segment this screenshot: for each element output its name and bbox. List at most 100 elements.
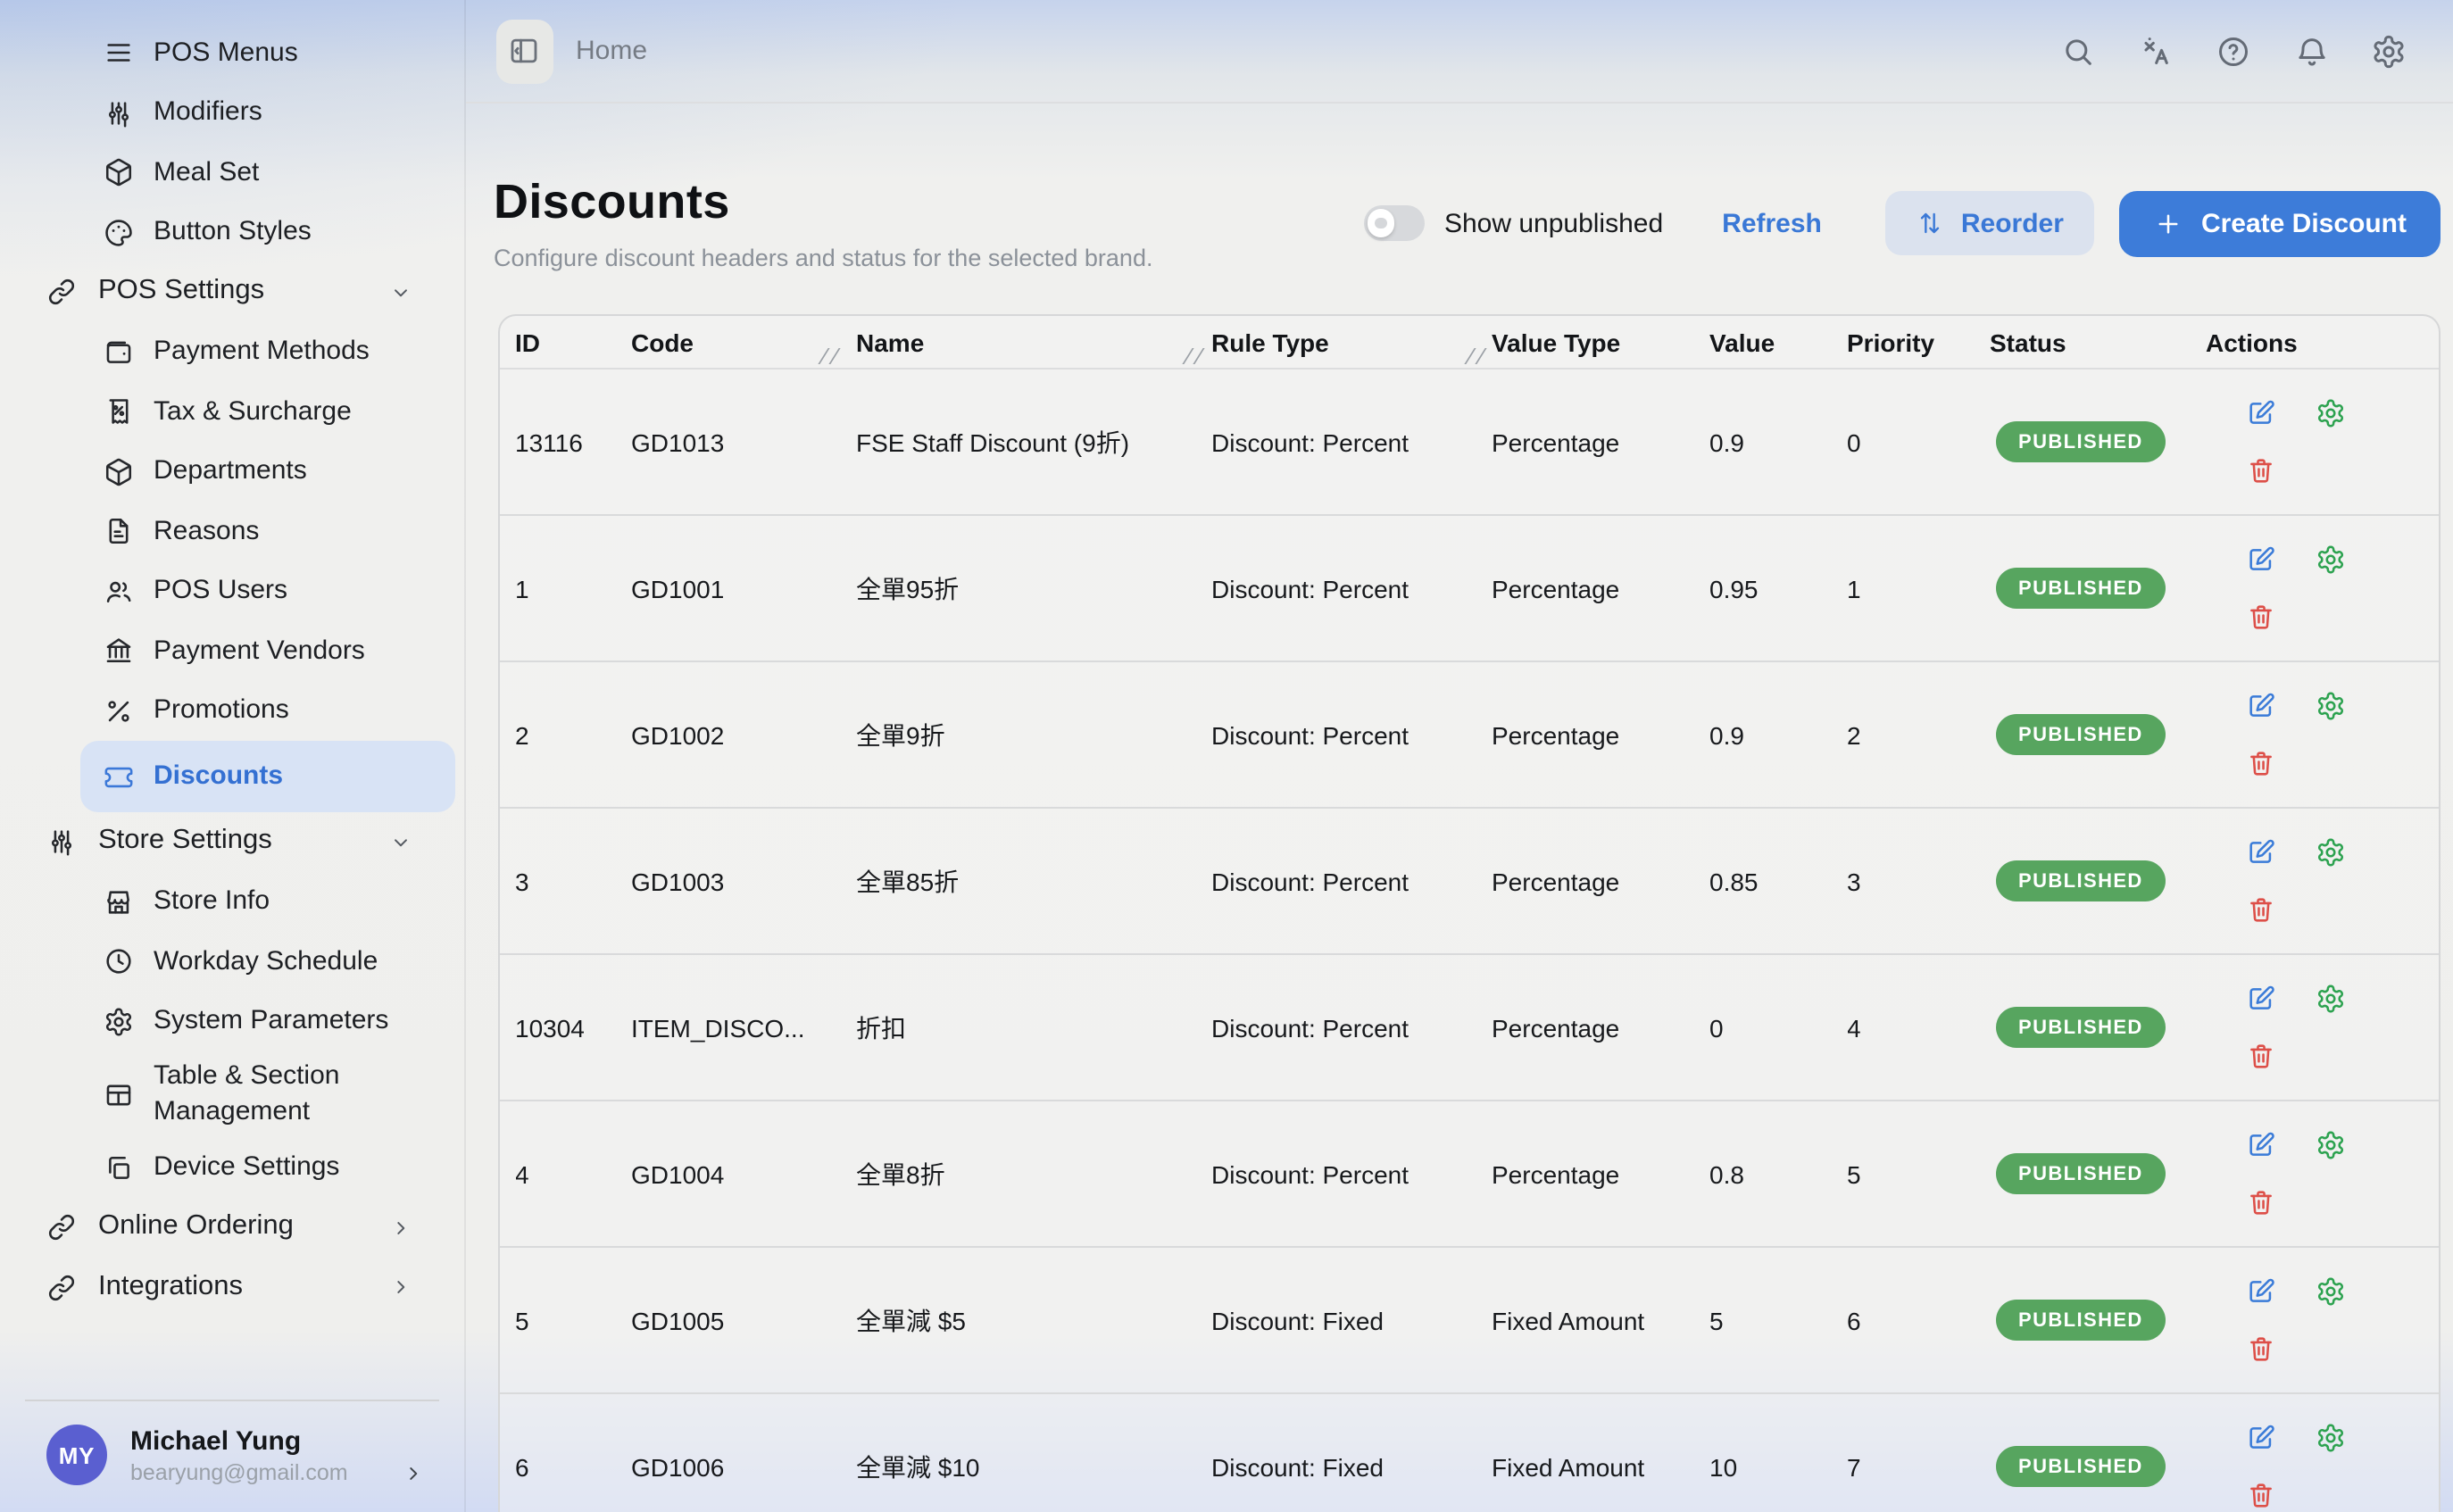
cell-priority: 3: [1847, 867, 1990, 895]
settings-icon[interactable]: [2371, 33, 2407, 69]
users-icon: [104, 577, 134, 607]
sidebar-item-device-settings[interactable]: Device Settings: [80, 1138, 455, 1198]
status-badge: PUBLISHED: [1995, 1007, 2166, 1048]
row-settings-button[interactable]: [2315, 1276, 2345, 1307]
cell-rule-type: Discount: Percent: [1211, 867, 1492, 895]
sidebar-item-store-info[interactable]: Store Info: [80, 872, 455, 932]
edit-button[interactable]: [2245, 398, 2275, 428]
cell-code: GD1002: [631, 720, 856, 749]
status-badge: PUBLISHED: [1995, 860, 2166, 901]
show-unpublished-toggle[interactable]: [1364, 206, 1425, 241]
toggle-knob: [1368, 210, 1395, 237]
row-settings-button[interactable]: [2315, 1423, 2345, 1453]
cell-status: PUBLISHED: [1990, 860, 2184, 901]
sidebar-item-system-parameters[interactable]: System Parameters: [80, 992, 455, 1051]
sidebar-item-label: Discounts: [154, 752, 283, 802]
cell-priority: 1: [1847, 574, 1990, 602]
table-body: 13116GD1013FSE Staff Discount (9折)Discou…: [499, 370, 2439, 1512]
cell-rule-type: Discount: Percent: [1211, 574, 1492, 602]
cell-code: GD1004: [631, 1159, 856, 1188]
sidebar-collapse-button[interactable]: [495, 19, 553, 83]
column-header-rule-type: Rule Type: [1211, 328, 1492, 356]
cell-value: 0.8: [1709, 1159, 1847, 1188]
box-icon: [104, 158, 134, 188]
sidebar-item-label: Online Ordering: [98, 1202, 294, 1254]
row-settings-button[interactable]: [2315, 544, 2345, 575]
sidebar-item-label: Table & Section Management: [154, 1051, 437, 1138]
reorder-button[interactable]: Reorder: [1886, 191, 2094, 255]
language-icon[interactable]: [2138, 33, 2174, 69]
column-header-status: Status: [1990, 328, 2184, 356]
sidebar-item-modifiers[interactable]: Modifiers: [80, 83, 455, 143]
cell-actions: [2184, 837, 2439, 925]
cell-value-type: Percentage: [1492, 720, 1709, 749]
delete-button[interactable]: [2245, 455, 2275, 486]
search-icon[interactable]: [2060, 33, 2096, 69]
user-menu[interactable]: MY Michael Yung bearyung@gmail.com: [0, 1425, 463, 1512]
sidebar-item-table-section-management[interactable]: Table & Section Management: [80, 1051, 455, 1138]
delete-button[interactable]: [2245, 602, 2275, 632]
sidebar-item-tax-surcharge[interactable]: Tax & Surcharge: [80, 382, 455, 442]
cell-status: PUBLISHED: [1990, 1446, 2184, 1487]
edit-button[interactable]: [2245, 544, 2275, 575]
delete-button[interactable]: [2245, 894, 2275, 925]
cell-id: 10304: [515, 1013, 631, 1042]
cell-priority: 7: [1847, 1452, 1990, 1481]
sidebar-item-label: Payment Vendors: [154, 626, 365, 677]
sidebar-item-store-settings[interactable]: Store Settings: [0, 812, 455, 872]
row-settings-button[interactable]: [2315, 837, 2345, 868]
sidebar-item-pos-settings[interactable]: POS Settings: [0, 262, 455, 322]
sidebar-item-pos-users[interactable]: POS Users: [80, 561, 455, 621]
create-discount-button[interactable]: Create Discount: [2119, 190, 2441, 256]
cell-rule-type: Discount: Percent: [1211, 1013, 1492, 1042]
edit-button[interactable]: [2245, 984, 2275, 1014]
delete-button[interactable]: [2245, 1333, 2275, 1364]
delete-button[interactable]: [2245, 748, 2275, 778]
ticket-icon: [104, 761, 134, 792]
sidebar-item-workday-schedule[interactable]: Workday Schedule: [80, 932, 455, 992]
sidebar-item-discounts[interactable]: Discounts: [80, 741, 455, 812]
notifications-icon[interactable]: [2293, 33, 2329, 69]
sidebar-item-departments[interactable]: Departments: [80, 442, 455, 502]
sidebar-item-button-styles[interactable]: Button Styles: [80, 203, 455, 262]
sidebar-item-payment-vendors[interactable]: Payment Vendors: [80, 621, 455, 681]
row-settings-button[interactable]: [2315, 398, 2345, 428]
sidebar-item-integrations[interactable]: Integrations: [0, 1258, 455, 1317]
column-header-value-type: Value Type: [1492, 328, 1709, 356]
sidebar-item-reasons[interactable]: Reasons: [80, 502, 455, 561]
row-settings-button[interactable]: [2315, 1130, 2345, 1160]
edit-button[interactable]: [2245, 1130, 2275, 1160]
sidebar-item-online-ordering[interactable]: Online Ordering: [0, 1198, 455, 1258]
edit-button[interactable]: [2245, 1423, 2275, 1453]
table-row: 4GD1004全單8折Discount: PercentPercentage0.…: [499, 1101, 2439, 1248]
column-header-id: ID: [515, 328, 631, 356]
cell-rule-type: Discount: Percent: [1211, 1159, 1492, 1188]
cell-status: PUBLISHED: [1990, 1007, 2184, 1048]
sidebar-nav: POS MenusModifiersMeal SetButton StylesP…: [0, 0, 463, 1317]
table-icon: [104, 1080, 134, 1110]
edit-button[interactable]: [2245, 691, 2275, 721]
delete-button[interactable]: [2245, 1480, 2275, 1510]
row-settings-button[interactable]: [2315, 691, 2345, 721]
refresh-button[interactable]: Refresh: [1722, 208, 1822, 238]
cell-status: PUBLISHED: [1990, 714, 2184, 755]
menu-icon: [104, 38, 134, 69]
help-icon[interactable]: [2216, 33, 2251, 69]
percent-icon: [104, 696, 134, 727]
sidebar-item-pos-menus[interactable]: POS Menus: [80, 23, 455, 83]
edit-button[interactable]: [2245, 837, 2275, 868]
sidebar-item-meal-set[interactable]: Meal Set: [80, 143, 455, 203]
plus-icon: [2153, 208, 2183, 238]
cell-id: 2: [515, 720, 631, 749]
sidebar-item-promotions[interactable]: Promotions: [80, 681, 455, 741]
sort-arrows-icon: [1917, 209, 1945, 237]
cell-priority: 2: [1847, 720, 1990, 749]
delete-button[interactable]: [2245, 1041, 2275, 1071]
app: POS MenusModifiersMeal SetButton StylesP…: [0, 0, 2453, 1512]
top-bar-icons: [2060, 33, 2407, 69]
delete-button[interactable]: [2245, 1187, 2275, 1217]
row-settings-button[interactable]: [2315, 984, 2345, 1014]
sidebar-item-payment-methods[interactable]: Payment Methods: [80, 322, 455, 382]
column-header-code: Code: [631, 328, 856, 356]
edit-button[interactable]: [2245, 1276, 2275, 1307]
